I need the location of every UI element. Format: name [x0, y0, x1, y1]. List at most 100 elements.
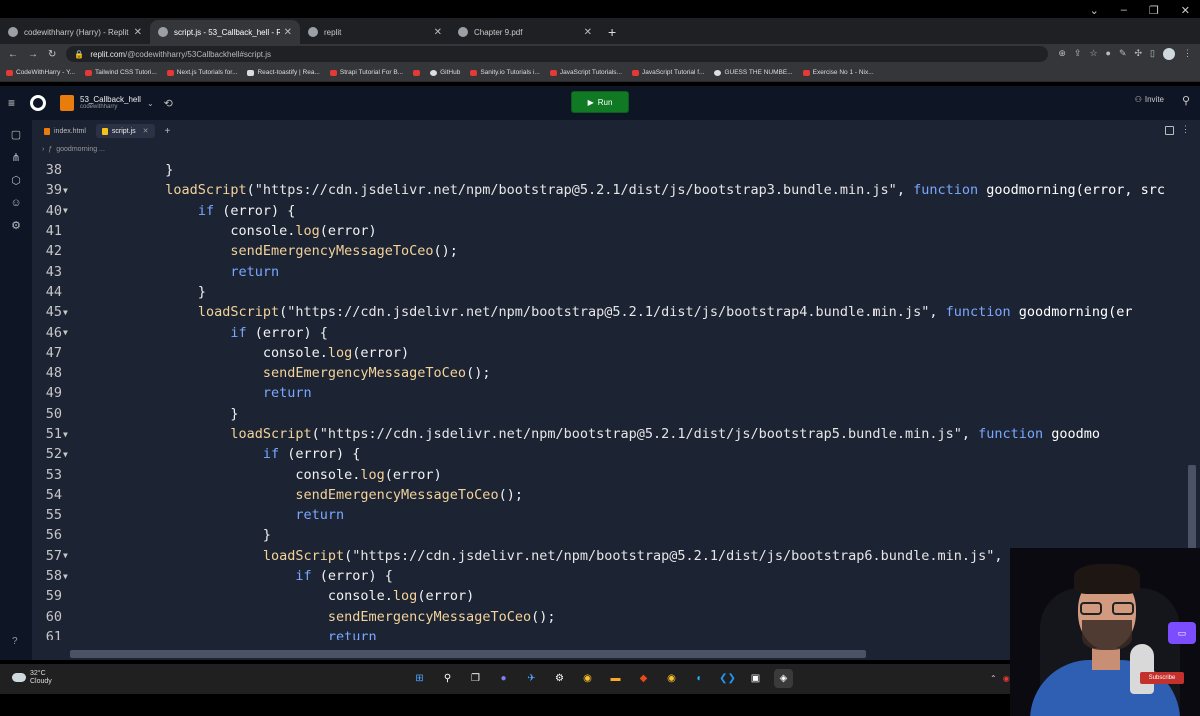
subscribe-badge[interactable]: Subscribe: [1140, 672, 1184, 684]
code-line[interactable]: 49 return: [32, 383, 1192, 403]
code-line[interactable]: 40 ▼ if (error) {: [32, 201, 1192, 221]
chevron-up-icon[interactable]: ⌃: [990, 674, 997, 683]
code-line[interactable]: 53 console.log(error): [32, 464, 1192, 484]
share-icon[interactable]: ⇪: [1074, 48, 1082, 60]
back-icon[interactable]: ←: [8, 49, 18, 60]
search-icon[interactable]: ⚲: [1182, 94, 1190, 107]
code-line[interactable]: 44}: [32, 282, 1192, 302]
chat-bubble-icon[interactable]: ▭: [1168, 622, 1196, 644]
chrome-icon[interactable]: ◉: [578, 669, 597, 688]
bookmark-item[interactable]: [413, 69, 421, 76]
windows-start-icon[interactable]: ⊞: [410, 669, 429, 688]
folder-icon[interactable]: ▬: [606, 669, 625, 688]
bookmark-star-icon[interactable]: ☆: [1089, 48, 1097, 60]
code-line[interactable]: 51 ▼ loadScript("https://cdn.jsdelivr.net/…: [32, 424, 1192, 444]
bookmark-item[interactable]: GUESS THE NUMBE...: [714, 69, 793, 76]
pin-icon[interactable]: ✈: [522, 669, 541, 688]
restore-icon[interactable]: ❐: [1149, 4, 1159, 17]
fold-arrow-icon[interactable]: ▼: [62, 186, 74, 195]
invite-button[interactable]: ⚇ Invite: [1135, 95, 1164, 104]
bookmark-item[interactable]: Exercise No 1 - Nix...: [802, 69, 874, 76]
bookmark-item[interactable]: Tailwind CSS Tutori...: [85, 69, 157, 76]
bookmark-item[interactable]: Next.js Tutorials for...: [166, 69, 237, 76]
code-line[interactable]: 47 console.log(error): [32, 343, 1192, 363]
files-icon[interactable]: ▢: [11, 128, 21, 141]
fold-arrow-icon[interactable]: ▼: [62, 572, 74, 581]
packages-icon[interactable]: ⬡: [11, 174, 21, 187]
code-line[interactable]: 41 console.log(error): [32, 221, 1192, 241]
search-icon[interactable]: ⚲: [438, 669, 457, 688]
fold-arrow-icon[interactable]: ▼: [62, 328, 74, 337]
fold-arrow-icon[interactable]: ▼: [62, 206, 74, 215]
code-line[interactable]: 56}: [32, 525, 1192, 545]
user-icon[interactable]: ☺: [10, 197, 21, 209]
reload-icon[interactable]: ↻: [48, 49, 56, 60]
history-icon[interactable]: ⟲: [164, 97, 173, 110]
code-line[interactable]: 38}: [32, 160, 1192, 180]
tray-app-icon[interactable]: ◉: [1003, 674, 1010, 683]
close-tab-icon[interactable]: ✕: [584, 27, 592, 38]
add-tab-button[interactable]: +: [159, 126, 177, 137]
tab-search-icon[interactable]: ⌄: [1090, 4, 1099, 17]
extension-icon[interactable]: ●: [1106, 48, 1111, 60]
terminal-icon[interactable]: ▣: [746, 669, 765, 688]
bookmark-item[interactable]: Strapi Tutorial For B...: [329, 69, 403, 76]
fold-arrow-icon[interactable]: ▼: [62, 450, 74, 459]
zoom-icon[interactable]: ⊕: [1058, 48, 1066, 60]
code-line[interactable]: 55 return: [32, 505, 1192, 525]
share-nodes-icon[interactable]: ⋔: [11, 151, 20, 164]
code-line[interactable]: 52 ▼ if (error) {: [32, 444, 1192, 464]
code-line[interactable]: 39 ▼ loadScript("https://cdn.jsdelivr.net/…: [32, 180, 1192, 200]
chrome-icon[interactable]: ◉: [662, 669, 681, 688]
code-line[interactable]: 43 return: [32, 261, 1192, 281]
bookmark-item[interactable]: CodeWithHarry - Y...: [6, 69, 75, 76]
bookmark-item[interactable]: JavaScript Tutorials...: [549, 69, 622, 76]
code-line[interactable]: 45 ▼ loadScript("https://cdn.jsdelivr.net/…: [32, 302, 1192, 322]
browser-tab-active[interactable]: script.js - 53_Callback_hell - Repl ✕: [150, 20, 300, 44]
bookmark-item[interactable]: Sanity.io Tutorials i...: [470, 69, 540, 76]
more-options-icon[interactable]: ⋮: [1181, 124, 1190, 135]
bookmark-item[interactable]: React-toastify | Rea...: [247, 69, 320, 76]
replit-logo-icon[interactable]: [30, 95, 46, 111]
chevron-down-icon[interactable]: ⌄: [147, 99, 154, 108]
weather-widget[interactable]: 32°C Cloudy: [12, 670, 52, 685]
profile-avatar[interactable]: [1163, 48, 1175, 60]
layout-icon[interactable]: [1165, 126, 1174, 135]
bookmark-item[interactable]: JavaScript Tutorial f...: [631, 69, 704, 76]
edge-icon[interactable]: ◐: [690, 669, 709, 688]
code-line[interactable]: 48 sendEmergencyMessageToCeo();: [32, 363, 1192, 383]
file-tab-index[interactable]: index.html: [38, 125, 92, 138]
extension-icon[interactable]: ✎: [1119, 48, 1127, 60]
vscode-icon[interactable]: ❮❯: [718, 669, 737, 688]
fold-arrow-icon[interactable]: ▼: [62, 551, 74, 560]
help-icon[interactable]: ?: [12, 636, 18, 647]
settings-gear-icon[interactable]: ⚙: [11, 219, 21, 232]
fold-arrow-icon[interactable]: ▼: [62, 308, 74, 317]
minimize-icon[interactable]: –: [1121, 4, 1127, 17]
close-window-icon[interactable]: ✕: [1181, 4, 1190, 17]
settings-gear-icon[interactable]: ⚙: [550, 669, 569, 688]
url-input[interactable]: 🔒 replit.com/@codewithharry/53Callbackhe…: [66, 46, 1049, 62]
code-line[interactable]: 42 sendEmergencyMessageToCeo();: [32, 241, 1192, 261]
code-line[interactable]: 54 sendEmergencyMessageToCeo();: [32, 485, 1192, 505]
file-tab-script[interactable]: script.js ✕: [95, 124, 155, 138]
browser-tab[interactable]: codewithharry (Harry) - Replit ✕: [0, 20, 150, 44]
close-tab-icon[interactable]: ✕: [134, 27, 142, 38]
chat-icon[interactable]: ●: [494, 669, 513, 688]
browser-tab[interactable]: replit ✕: [300, 20, 450, 44]
sidebar-icon[interactable]: ▯: [1150, 48, 1155, 60]
menu-icon[interactable]: ≡: [8, 96, 22, 110]
forward-icon[interactable]: →: [28, 49, 38, 60]
brave-icon[interactable]: ◆: [634, 669, 653, 688]
run-button[interactable]: ▶ Run: [571, 91, 629, 113]
menu-dots-icon[interactable]: ⋮: [1183, 48, 1192, 60]
code-line[interactable]: 50}: [32, 404, 1192, 424]
bookmark-item[interactable]: GitHub: [430, 69, 460, 76]
fold-arrow-icon[interactable]: ▼: [62, 430, 74, 439]
close-tab-icon[interactable]: ✕: [284, 27, 292, 38]
new-tab-button[interactable]: +: [600, 24, 624, 44]
repl-title[interactable]: 53_Callback_hell codewithharry: [80, 96, 141, 111]
browser-tab[interactable]: Chapter 9.pdf ✕: [450, 20, 600, 44]
horizontal-scrollbar[interactable]: [70, 650, 866, 658]
close-tab-icon[interactable]: ✕: [143, 127, 149, 135]
